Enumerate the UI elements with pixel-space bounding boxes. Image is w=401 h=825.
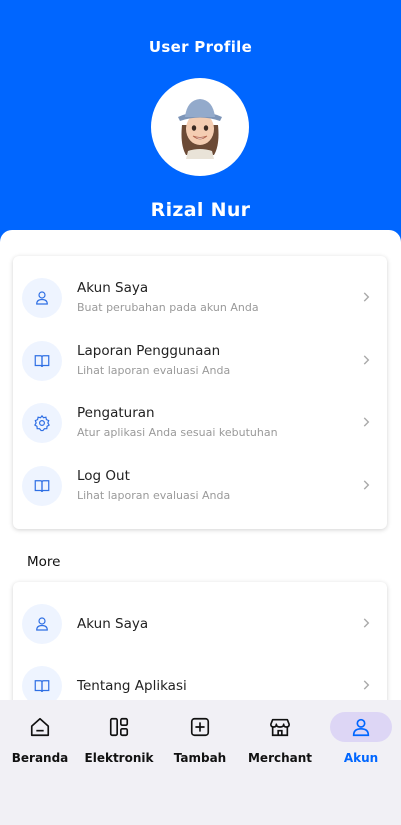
nav-label: Tambah	[173, 751, 227, 765]
nav-item-tambah[interactable]: Tambah	[160, 712, 240, 772]
section-label-more: More	[27, 554, 61, 570]
nav-item-merchant[interactable]: Merchant	[240, 712, 320, 772]
page-title: User Profile	[148, 38, 253, 56]
nav-label: Elektronik	[84, 751, 154, 765]
home-icon	[9, 712, 71, 742]
chevron-right-icon	[363, 480, 370, 490]
user-name: Rizal Nur	[150, 199, 251, 221]
nav-label: Akun	[343, 751, 379, 765]
menu-item-title: Log Out	[77, 468, 130, 484]
nav-label: Merchant	[247, 751, 313, 765]
chevron-right-icon	[363, 417, 370, 427]
book-icon	[22, 466, 62, 506]
profile-header: User Profile Rizal Nur	[0, 0, 401, 260]
menu-item-title: Akun Saya	[77, 280, 149, 296]
book-icon	[22, 341, 62, 381]
more-item-tentang-aplikasi[interactable]: Tentang Aplikasi	[13, 654, 387, 700]
menu-item-title: Laporan Penggunaan	[77, 343, 221, 359]
gear-icon	[22, 403, 62, 443]
menu-item-subtitle: Atur aplikasi Anda sesuai kebutuhan	[77, 426, 278, 439]
store-icon	[249, 712, 311, 742]
chevron-right-icon	[363, 618, 370, 628]
account-menu-card: Akun Saya Buat perubahan pada akun Anda …	[13, 256, 387, 529]
menu-item-akun-saya[interactable]: Akun Saya Buat perubahan pada akun Anda	[13, 266, 387, 328]
memoji-avatar-icon	[178, 99, 222, 159]
menu-item-title: Akun Saya	[77, 616, 149, 632]
user-icon	[22, 604, 62, 644]
menu-item-subtitle: Buat perubahan pada akun Anda	[77, 301, 259, 314]
more-item-akun-saya[interactable]: Akun Saya	[13, 592, 387, 654]
user-icon	[330, 712, 392, 742]
profile-sheet: Akun Saya Buat perubahan pada akun Anda …	[0, 230, 401, 700]
user-icon	[22, 278, 62, 318]
bottom-navigation: Beranda Elektronik Tambah Merchant Akun	[0, 700, 401, 825]
chevron-right-icon	[363, 292, 370, 302]
menu-item-title: Pengaturan	[77, 405, 155, 421]
menu-item-subtitle: Lihat laporan evaluasi Anda	[77, 364, 231, 377]
menu-item-log-out[interactable]: Log Out Lihat laporan evaluasi Anda	[13, 454, 387, 516]
nav-item-beranda[interactable]: Beranda	[0, 712, 80, 772]
menu-item-laporan-penggunaan[interactable]: Laporan Penggunaan Lihat laporan evaluas…	[13, 329, 387, 391]
plus-square-icon	[169, 712, 231, 742]
menu-item-pengaturan[interactable]: Pengaturan Atur aplikasi Anda sesuai keb…	[13, 391, 387, 453]
more-menu-card: Akun Saya Tentang Aplikasi	[13, 582, 387, 700]
nav-item-elektronik[interactable]: Elektronik	[79, 712, 159, 772]
nav-item-akun[interactable]: Akun	[321, 712, 401, 772]
nav-label: Beranda	[11, 751, 69, 765]
chevron-right-icon	[363, 355, 370, 365]
menu-item-title: Tentang Aplikasi	[77, 678, 187, 694]
grid-icon	[88, 712, 150, 742]
book-icon	[22, 666, 62, 700]
chevron-right-icon	[363, 680, 370, 690]
avatar[interactable]	[151, 78, 249, 176]
menu-item-subtitle: Lihat laporan evaluasi Anda	[77, 489, 231, 502]
